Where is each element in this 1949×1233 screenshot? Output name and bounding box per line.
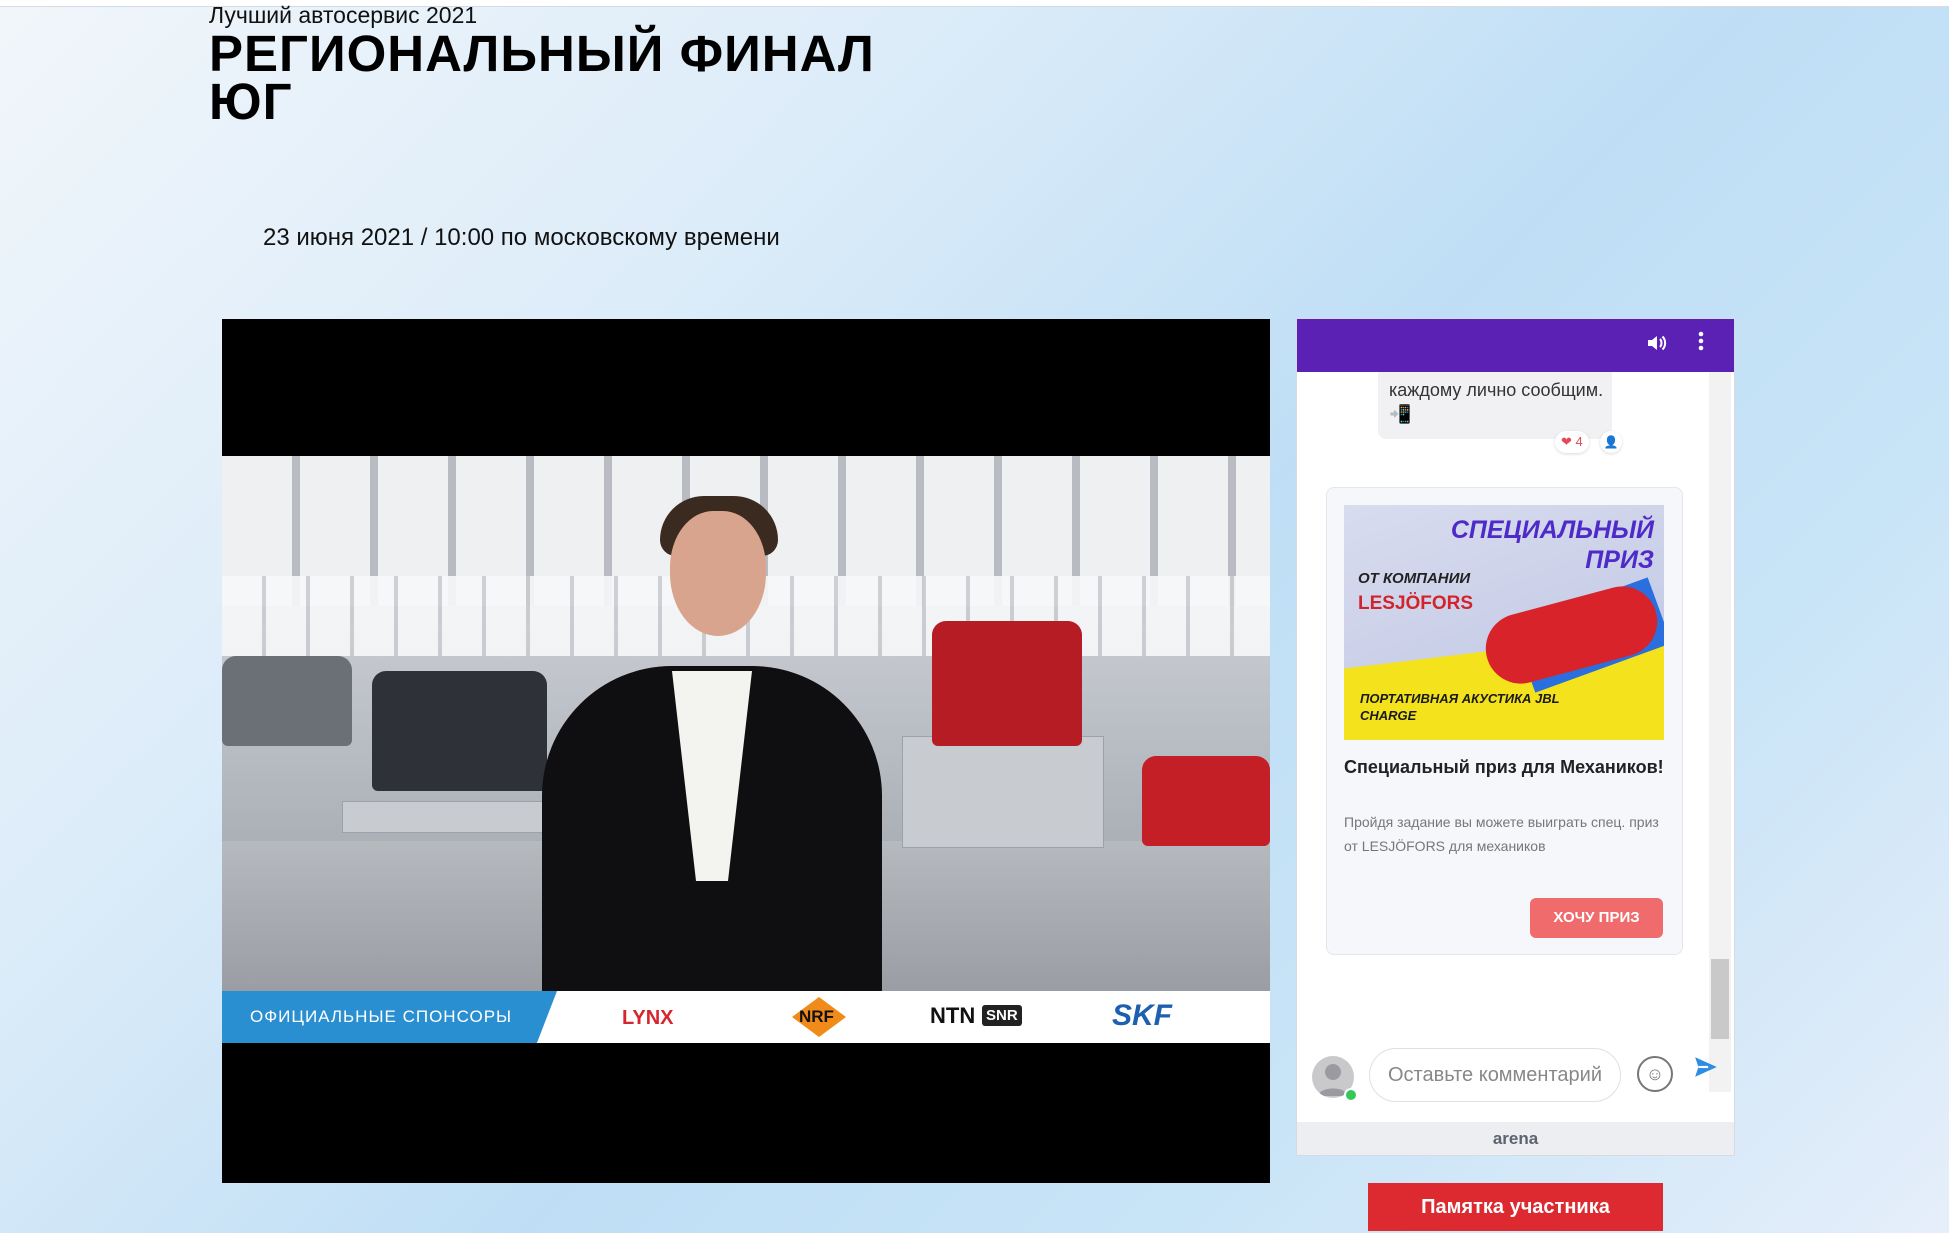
- page-title: РЕГИОНАЛЬНЫЙ ФИНАЛ ЮГ: [209, 25, 875, 130]
- nrf-logo: NRF: [799, 1007, 834, 1026]
- phone-icon: 📲: [1389, 404, 1412, 424]
- lynx-logo: LYNX: [622, 1007, 674, 1029]
- car: [932, 621, 1082, 746]
- car-lift: [902, 736, 1104, 848]
- prize-title: Специальный приз для Механиков!: [1344, 757, 1664, 777]
- prize-banner: СПЕЦИАЛЬНЫЙ ПРИЗ ОТ КОМПАНИИ LESJÖFORS П…: [1344, 505, 1664, 740]
- online-status-dot: [1344, 1088, 1358, 1102]
- more-vertical-icon[interactable]: [1697, 329, 1705, 360]
- chat-header: [1297, 319, 1734, 372]
- arena-footer[interactable]: arena: [1297, 1122, 1734, 1155]
- event-date: 23 июня 2021 / 10:00 по московскому врем…: [263, 224, 780, 251]
- want-prize-button[interactable]: ХОЧУ ПРИЗ: [1530, 898, 1663, 938]
- lesjofors-logo: LESJÖFORS: [1358, 593, 1474, 614]
- speaker-icon[interactable]: [1645, 331, 1669, 361]
- participant-memo-button[interactable]: Памятка участника: [1368, 1183, 1663, 1231]
- user-icon[interactable]: 👤: [1600, 431, 1622, 453]
- heart-reaction[interactable]: ❤ 4: [1555, 431, 1589, 453]
- skf-logo: SKF: [1112, 999, 1172, 1032]
- snr-logo: SNR: [982, 1005, 1022, 1026]
- ntn-logo: NTN: [930, 1003, 976, 1028]
- presenter-head: [670, 511, 766, 636]
- video-frame: [222, 456, 1270, 991]
- comment-input[interactable]: [1369, 1048, 1621, 1102]
- banner-heading: СПЕЦИАЛЬНЫЙ ПРИЗ: [1450, 516, 1654, 574]
- prize-card: СПЕЦИАЛЬНЫЙ ПРИЗ ОТ КОМПАНИИ LESJÖFORS П…: [1326, 487, 1683, 955]
- send-icon[interactable]: [1693, 1054, 1719, 1087]
- video-player[interactable]: ОФИЦИАЛЬНЫЕ СПОНСОРЫ LYNX NRF NTN SNR SK…: [222, 319, 1270, 1183]
- chat-widget: каждому лично сообщим. 📲 ❤ 4 👤 СПЕЦИАЛЬН…: [1297, 319, 1734, 1155]
- car: [372, 671, 547, 791]
- prize-description: Пройдя задание вы можете выиграть спец. …: [1344, 814, 1659, 854]
- emoji-icon[interactable]: ☺: [1637, 1056, 1673, 1092]
- car: [222, 656, 352, 746]
- banner-from: ОТ КОМПАНИИ: [1358, 570, 1471, 587]
- sponsors-label: ОФИЦИАЛЬНЫЕ СПОНСОРЫ: [222, 991, 557, 1043]
- sponsors-bar: ОФИЦИАЛЬНЫЕ СПОНСОРЫ LYNX NRF NTN SNR SK…: [222, 991, 1270, 1043]
- chat-message-text: каждому лично сообщим. 📲: [1389, 380, 1604, 424]
- chat-scroll-thumb[interactable]: [1711, 959, 1729, 1039]
- car: [1142, 756, 1270, 846]
- banner-product: ПОРТАТИВНАЯ АКУСТИКА JBL CHARGE: [1360, 691, 1560, 723]
- heart-count: 4: [1575, 434, 1583, 449]
